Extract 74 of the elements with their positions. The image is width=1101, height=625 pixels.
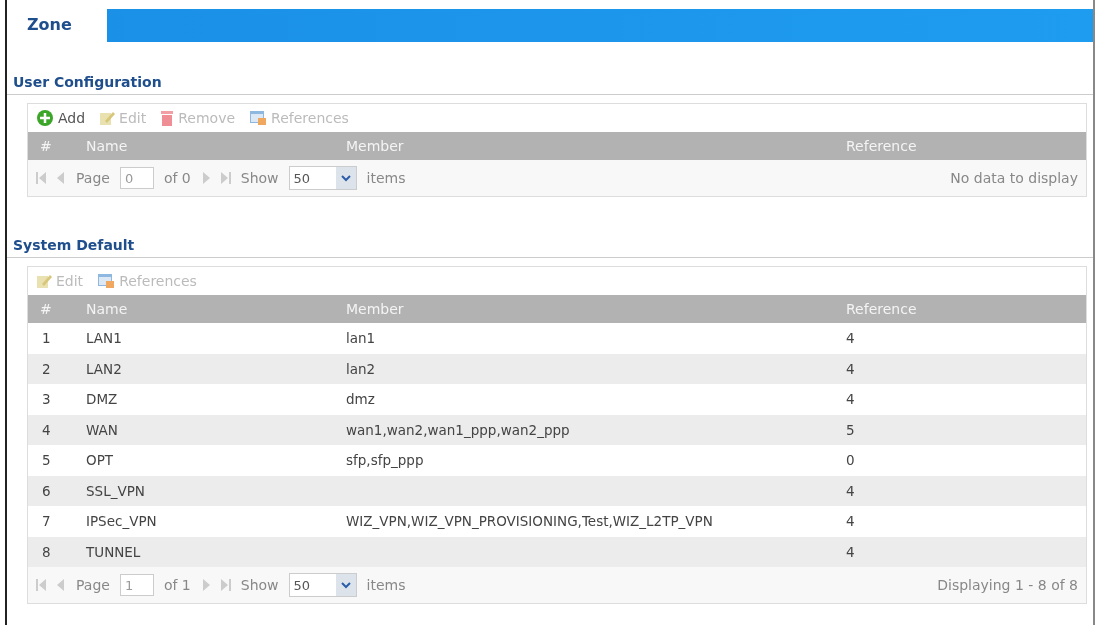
table-cell-text: 2 [41,360,52,377]
column-header: Name [85,301,129,317]
section-heading: User Configuration [7,74,1093,95]
table-cell-text: DMZ [85,391,119,408]
show-label: Show [240,170,279,186]
table-cell-text: 4 [845,360,856,377]
table-cell-text: dmz [345,391,376,408]
last-page-icon[interactable] [220,172,231,184]
table-cell-text: wan1,wan2,wan1_ppp,wan2_ppp [345,421,571,438]
table-cell-text: 4 [845,513,856,530]
next-page-icon[interactable] [200,579,211,591]
page-label: Page [76,577,110,593]
table-cell-text: 4 [845,543,856,560]
table-cell-text: 1 [41,330,52,347]
first-page-icon[interactable] [36,172,46,184]
caret-icon [340,174,351,182]
column-header: # [39,138,53,154]
table-cell-text: sfp,sfp_ppp [345,452,425,469]
previous-page-icon[interactable] [56,579,66,591]
table-cell-text: 4 [845,391,856,408]
column-header: Reference [845,301,918,317]
table-cell-text: OPT [85,452,114,469]
table-row[interactable]: 6 SSL_VPN 4 [28,475,1086,506]
table-cell-text: 4 [845,330,856,347]
table-row[interactable]: 2 LAN2 lan2 4 [28,353,1086,384]
first-page-icon[interactable] [36,579,46,591]
column-header: Reference [845,138,918,154]
table-cell-text: LAN1 [85,330,123,347]
table-cell-text: WAN [85,421,119,438]
status-text: No data to display [950,170,1078,186]
page-label: Page [76,170,110,186]
column-header: Member [345,301,405,317]
column-header: Name [85,138,129,154]
table-cell-text: LAN2 [85,360,123,377]
table-cell-text: 7 [41,513,52,530]
add-button[interactable]: Add [36,109,86,127]
plus-icon [36,109,54,127]
table-cell-text: 8 [41,543,52,560]
table-cell-text: WIZ_VPN,WIZ_VPN_PROVISIONING,Test,WIZ_L2TP_VPN [345,513,714,530]
table-cell-text: 5 [845,421,856,438]
column-header: # [39,301,53,317]
table-cell-text: SSL_VPN [85,482,146,499]
page-count: of 1 [163,577,191,593]
table-cell-text: 6 [41,482,52,499]
items-label: items [366,577,406,593]
previous-page-icon[interactable] [56,172,66,184]
page-size-select[interactable]: 50 [288,166,357,190]
section-heading: System Default [7,237,1093,258]
table-cell-text: lan2 [345,360,377,377]
table-cell-text: TUNNEL [85,543,142,560]
table-cell-text: 3 [41,391,52,408]
status-text: Displaying 1 - 8 of 8 [937,577,1078,593]
trash-icon [160,109,175,127]
table-cell-text: 4 [41,421,52,438]
table-cell-text: lan1 [345,330,377,347]
page-size-select[interactable]: 50 [288,573,357,597]
column-header: Member [345,138,405,154]
show-label: Show [240,577,279,593]
table-row[interactable]: 8 TUNNEL 4 [28,536,1086,567]
table-row[interactable]: 4 WAN wan1,wan2,wan1_ppp,wan2_ppp 5 [28,414,1086,445]
edit-icon [99,110,116,126]
table-cell-text: 4 [845,482,856,499]
references-icon [249,110,268,126]
table-cell-text: 0 [845,452,856,469]
table-cell-text: IPSec_VPN [85,513,158,530]
tab[interactable]: Zone [7,9,107,42]
edit-icon [36,273,52,289]
items-label: items [366,170,406,186]
page-count: of 0 [163,170,191,186]
last-page-icon[interactable] [220,579,231,591]
references-icon [97,273,116,289]
next-page-icon[interactable] [200,172,211,184]
table-cell-text: 5 [41,452,52,469]
caret-icon [340,581,351,589]
